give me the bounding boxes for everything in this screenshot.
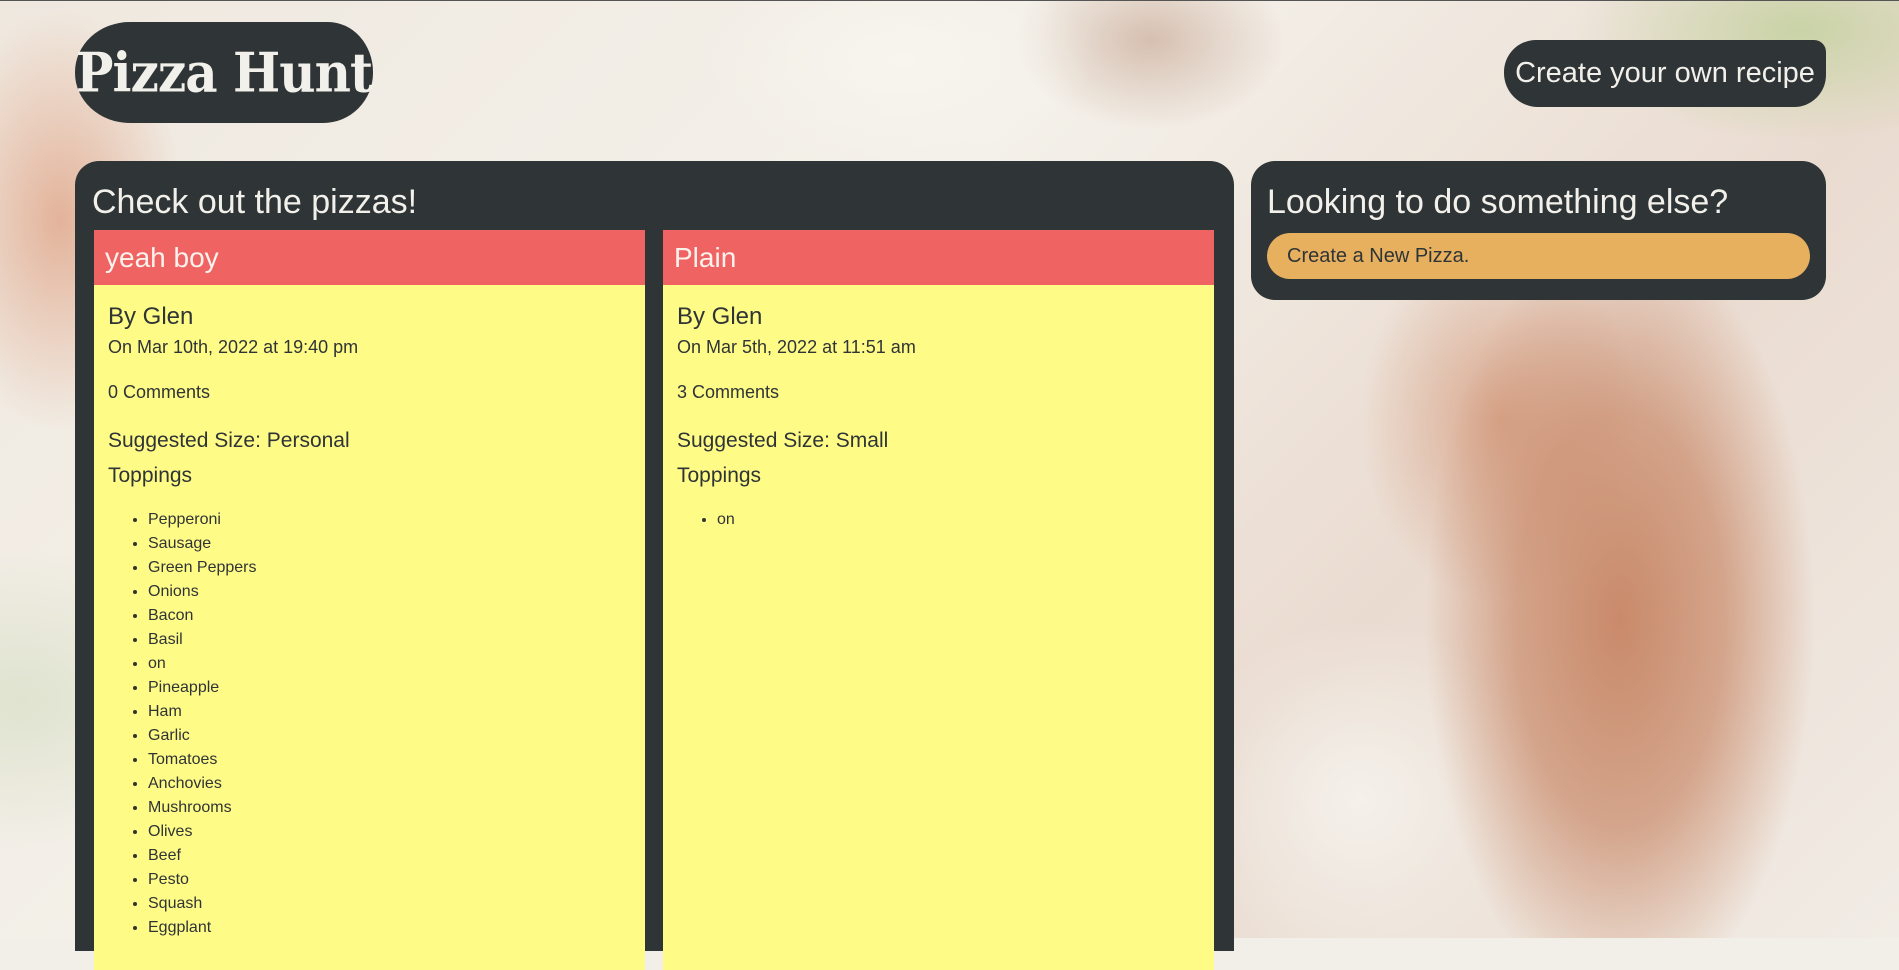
toppings-list: Pepperoni Sausage Green Peppers Onions B… bbox=[108, 508, 631, 940]
logo-text: Pizza Hunt bbox=[75, 40, 373, 105]
topping-item: Mushrooms bbox=[148, 796, 631, 820]
pizza-list-panel: Check out the pizzas! yeah boy By Glen O… bbox=[75, 161, 1234, 970]
topping-item: on bbox=[717, 508, 1200, 532]
pizza-name-link[interactable]: Plain bbox=[663, 230, 1214, 285]
pizza-name-link[interactable]: yeah boy bbox=[94, 230, 645, 285]
pizza-card: Plain By Glen On Mar 5th, 2022 at 11:51 … bbox=[663, 230, 1214, 970]
pizza-suggested-size: Suggested Size: Personal bbox=[108, 429, 350, 452]
topping-item: Anchovies bbox=[148, 772, 631, 796]
pizza-card: yeah boy By Glen On Mar 10th, 2022 at 19… bbox=[94, 230, 645, 970]
site-logo[interactable]: Pizza Hunt bbox=[75, 22, 373, 123]
topping-item: Pepperoni bbox=[148, 508, 631, 532]
create-recipe-button[interactable]: Create your own recipe bbox=[1504, 40, 1826, 107]
topping-item: Beef bbox=[148, 844, 631, 868]
create-new-pizza-button[interactable]: Create a New Pizza. bbox=[1267, 233, 1810, 279]
pizza-card-body: By Glen On Mar 10th, 2022 at 19:40 pm 0 … bbox=[94, 285, 645, 940]
pizza-comments-count: 3 Comments bbox=[677, 382, 780, 402]
pizza-suggested-size: Suggested Size: Small bbox=[677, 429, 889, 452]
topping-item: Green Peppers bbox=[148, 556, 631, 580]
topping-item: Garlic bbox=[148, 724, 631, 748]
pizza-author: By Glen bbox=[677, 303, 763, 330]
pizza-list-title: Check out the pizzas! bbox=[92, 183, 418, 221]
side-actions-panel: Looking to do something else? Create a N… bbox=[1251, 161, 1826, 300]
topping-item: Squash bbox=[148, 892, 631, 916]
pizza-date: On Mar 10th, 2022 at 19:40 pm bbox=[108, 337, 359, 357]
topping-item: Eggplant bbox=[148, 916, 631, 940]
topping-item: Tomatoes bbox=[148, 748, 631, 772]
topping-item: Olives bbox=[148, 820, 631, 844]
topping-item: Ham bbox=[148, 700, 631, 724]
side-panel-title: Looking to do something else? bbox=[1267, 183, 1729, 221]
topping-item: Pineapple bbox=[148, 676, 631, 700]
toppings-list: on bbox=[677, 508, 1200, 532]
topping-item: Bacon bbox=[148, 604, 631, 628]
toppings-heading: Toppings bbox=[108, 464, 193, 487]
pizza-card-body: By Glen On Mar 5th, 2022 at 11:51 am 3 C… bbox=[663, 285, 1214, 532]
toppings-heading: Toppings bbox=[677, 464, 762, 487]
pizza-date: On Mar 5th, 2022 at 11:51 am bbox=[677, 337, 916, 357]
pizza-author: By Glen bbox=[108, 303, 194, 330]
top-border bbox=[0, 0, 1899, 1]
topping-item: Sausage bbox=[148, 532, 631, 556]
topping-item: Pesto bbox=[148, 868, 631, 892]
topping-item: Basil bbox=[148, 628, 631, 652]
topping-item: on bbox=[148, 652, 631, 676]
topping-item: Onions bbox=[148, 580, 631, 604]
pizza-comments-count: 0 Comments bbox=[108, 382, 211, 402]
